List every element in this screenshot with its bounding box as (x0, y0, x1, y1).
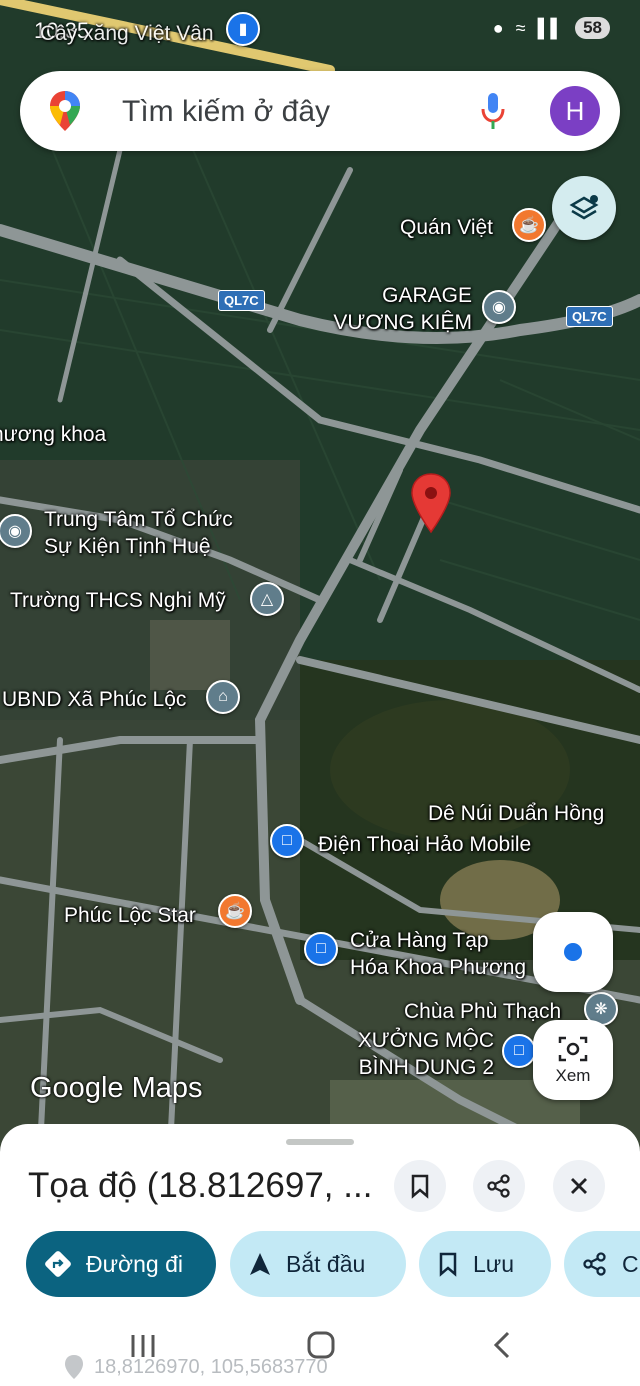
location-status-icon: ● (492, 17, 504, 38)
shopping-bag-icon[interactable]: □ (502, 1034, 536, 1068)
poi-label[interactable]: UBND Xã Phúc Lộc (2, 686, 186, 713)
government-icon[interactable]: ⌂ (206, 680, 240, 714)
dropped-pin-icon[interactable] (410, 472, 452, 534)
save-button[interactable]: Lưu (419, 1231, 551, 1297)
lens-button[interactable]: Xem (533, 1020, 613, 1100)
wifi-icon: ≈ (515, 17, 526, 38)
poi-label[interactable]: Điện Thoại Hảo Mobile (318, 831, 531, 858)
poi-label[interactable]: hương khoa (0, 421, 106, 448)
google-maps-logo: Google Maps (30, 1072, 203, 1104)
share-icon (487, 1174, 510, 1198)
recent-apps-icon[interactable] (128, 1332, 158, 1360)
search-bar[interactable]: Tìm kiếm ở đây H (20, 71, 620, 151)
place-title: Tọa độ (18.812697, ... (28, 1166, 373, 1205)
bookmark-icon (439, 1252, 457, 1277)
start-button[interactable]: Bắt đầu (230, 1231, 406, 1297)
search-input[interactable]: Tìm kiếm ở đây (122, 95, 330, 129)
start-label: Bắt đầu (286, 1250, 366, 1277)
poi-label[interactable]: Dê Núi Duẩn Hồng (428, 800, 604, 827)
save-label: Lưu (473, 1250, 514, 1277)
directions-button[interactable]: Đường đi (26, 1231, 216, 1297)
shopping-bag-icon[interactable]: □ (270, 824, 304, 858)
school-icon[interactable]: △ (250, 582, 284, 616)
poi-label-gas-station[interactable]: Cây xăng Việt Vân (40, 20, 214, 47)
location-dot-icon (564, 943, 582, 961)
close-icon (571, 1178, 587, 1194)
map-view[interactable]: 10:35 ● ≈ ▌▌ 58 Cây xăng Việt Vân ▮ Tìm … (0, 0, 640, 1150)
poi-label[interactable]: Phúc Lộc Star (64, 902, 196, 929)
share-button[interactable]: C (564, 1231, 640, 1297)
poi-label[interactable]: Quán Việt (400, 214, 493, 241)
google-maps-pin-icon (50, 91, 80, 131)
share-icon (583, 1252, 606, 1276)
poi-label[interactable]: XƯỞNG MỘC BÌNH DUNG 2 (350, 1027, 494, 1081)
route-badge: QL7C (566, 306, 613, 327)
close-button[interactable] (553, 1160, 605, 1212)
place-pin-icon[interactable]: ◉ (482, 290, 516, 324)
directions-icon (45, 1251, 71, 1277)
share-round-button[interactable] (473, 1160, 525, 1212)
route-badge: QL7C (218, 290, 265, 311)
home-icon[interactable] (306, 1330, 336, 1360)
layers-button[interactable] (552, 176, 616, 240)
system-nav-bar (0, 1300, 640, 1386)
poi-label[interactable]: Chùa Phù Thạch (404, 998, 561, 1025)
status-icons: ● ≈ ▌▌ 58 (493, 17, 610, 39)
bookmark-icon (411, 1174, 429, 1199)
my-location-button[interactable] (533, 912, 613, 992)
lens-label: Xem (555, 1066, 591, 1085)
layers-icon (569, 195, 599, 220)
fuel-icon[interactable]: ▮ (226, 12, 260, 46)
poi-label[interactable]: Cửa Hàng Tạp Hóa Khoa Phương (350, 927, 526, 981)
camera-lens-icon (558, 1036, 588, 1062)
poi-label[interactable]: Trung Tâm Tổ Chức Sự Kiện Tịnh Huệ (44, 506, 233, 560)
poi-label[interactable]: Trường THCS Nghi Mỹ (10, 587, 226, 614)
navigation-arrow-icon (250, 1253, 270, 1275)
shopping-bag-icon[interactable]: □ (304, 932, 338, 966)
battery-indicator: 58 (575, 17, 610, 39)
back-icon[interactable] (490, 1330, 514, 1360)
cafe-icon[interactable]: ☕ (512, 208, 546, 242)
signal-icon: ▌▌ (537, 17, 564, 38)
directions-label: Đường đi (86, 1250, 183, 1277)
poi-label[interactable]: GARAGE VƯƠNG KIỆM (330, 282, 472, 336)
avatar[interactable]: H (550, 86, 600, 136)
save-round-button[interactable] (394, 1160, 446, 1212)
cafe-icon[interactable]: ☕ (218, 894, 252, 928)
drag-handle[interactable] (286, 1139, 354, 1145)
share-label: C (622, 1250, 639, 1277)
mic-icon[interactable] (480, 91, 506, 131)
